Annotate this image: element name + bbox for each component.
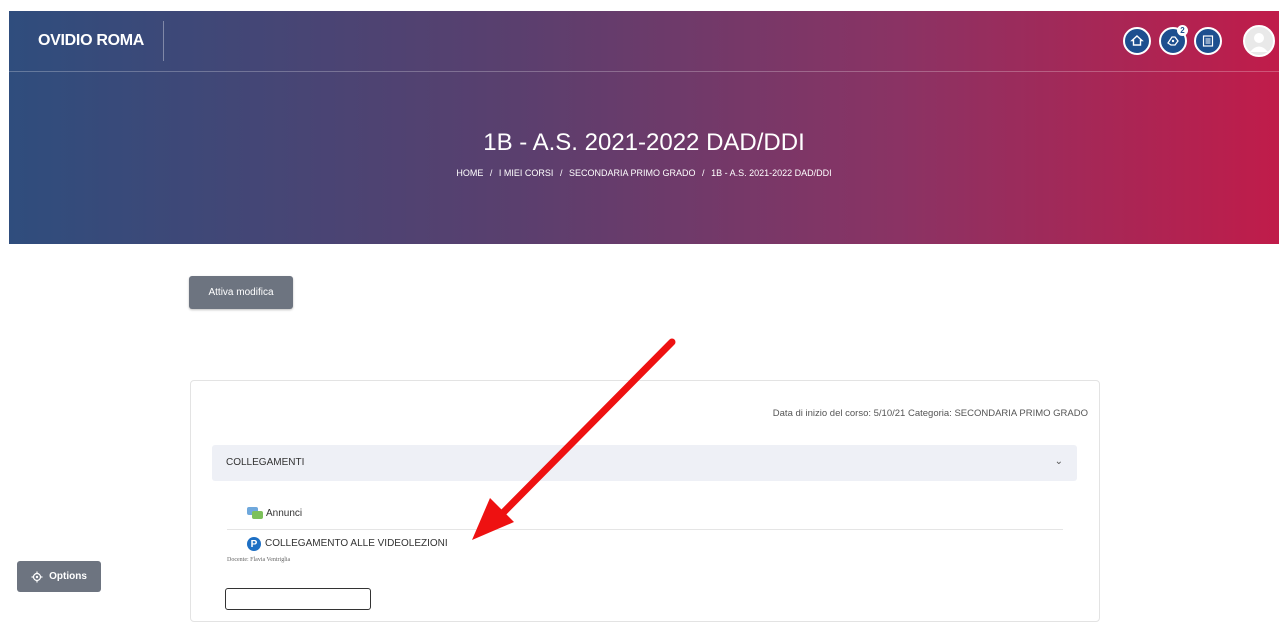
section-title: COLLEGAMENTI xyxy=(226,457,305,468)
p-icon: P xyxy=(247,537,261,551)
breadcrumb-item-home[interactable]: HOME xyxy=(456,168,483,178)
messages-badge: 2 xyxy=(1177,25,1188,36)
options-button[interactable]: Options xyxy=(17,561,101,592)
site-brand[interactable]: OVIDIO ROMA xyxy=(38,32,144,50)
breadcrumb-item-category[interactable]: SECONDARIA PRIMO GRADO xyxy=(569,168,696,178)
edit-mode-button[interactable]: Attiva modifica xyxy=(189,276,293,309)
options-label: Options xyxy=(49,571,87,582)
page-title: 1B - A.S. 2021-2022 DAD/DDI xyxy=(483,129,805,156)
breadcrumb-separator: / xyxy=(702,168,705,178)
course-header-banner: OVIDIO ROMA 2 1B - A.S. 2021-2022 DAD/DD… xyxy=(9,11,1279,244)
activity-annunci[interactable]: Annunci xyxy=(227,505,1063,530)
activity-label[interactable]: COLLEGAMENTO ALLE VIDEOLEZIONI xyxy=(265,538,448,549)
breadcrumb-separator: / xyxy=(489,168,493,178)
chevron-down-icon[interactable]: ⌄ xyxy=(1055,456,1063,467)
breadcrumb-item-my-courses[interactable]: I MIEI CORSI xyxy=(499,168,554,178)
breadcrumb-separator: / xyxy=(559,168,563,178)
top-navbar: OVIDIO ROMA 2 xyxy=(9,11,1279,72)
menu-list-icon[interactable] xyxy=(1194,27,1222,55)
course-info: Data di inizio del corso: 5/10/21 Catego… xyxy=(772,408,1088,419)
brand-divider xyxy=(163,21,164,61)
activity-label[interactable]: Annunci xyxy=(266,508,302,519)
breadcrumb: HOME / I MIEI CORSI / SECONDARIA PRIMO G… xyxy=(9,168,1279,178)
section-header-collegamenti[interactable]: COLLEGAMENTI ⌄ xyxy=(212,445,1077,481)
gear-icon xyxy=(31,571,43,582)
activity-description: Docente: Flavia Ventriglia xyxy=(227,557,291,563)
course-next-button[interactable] xyxy=(225,588,371,610)
messages-icon[interactable]: 2 xyxy=(1159,25,1188,55)
user-avatar-icon[interactable] xyxy=(1243,25,1275,57)
breadcrumb-item-current[interactable]: 1B - A.S. 2021-2022 DAD/DDI xyxy=(711,168,832,178)
course-content-card: Data di inizio del corso: 5/10/21 Catego… xyxy=(190,380,1100,622)
forum-icon xyxy=(247,507,263,519)
home-icon[interactable] xyxy=(1123,27,1151,55)
